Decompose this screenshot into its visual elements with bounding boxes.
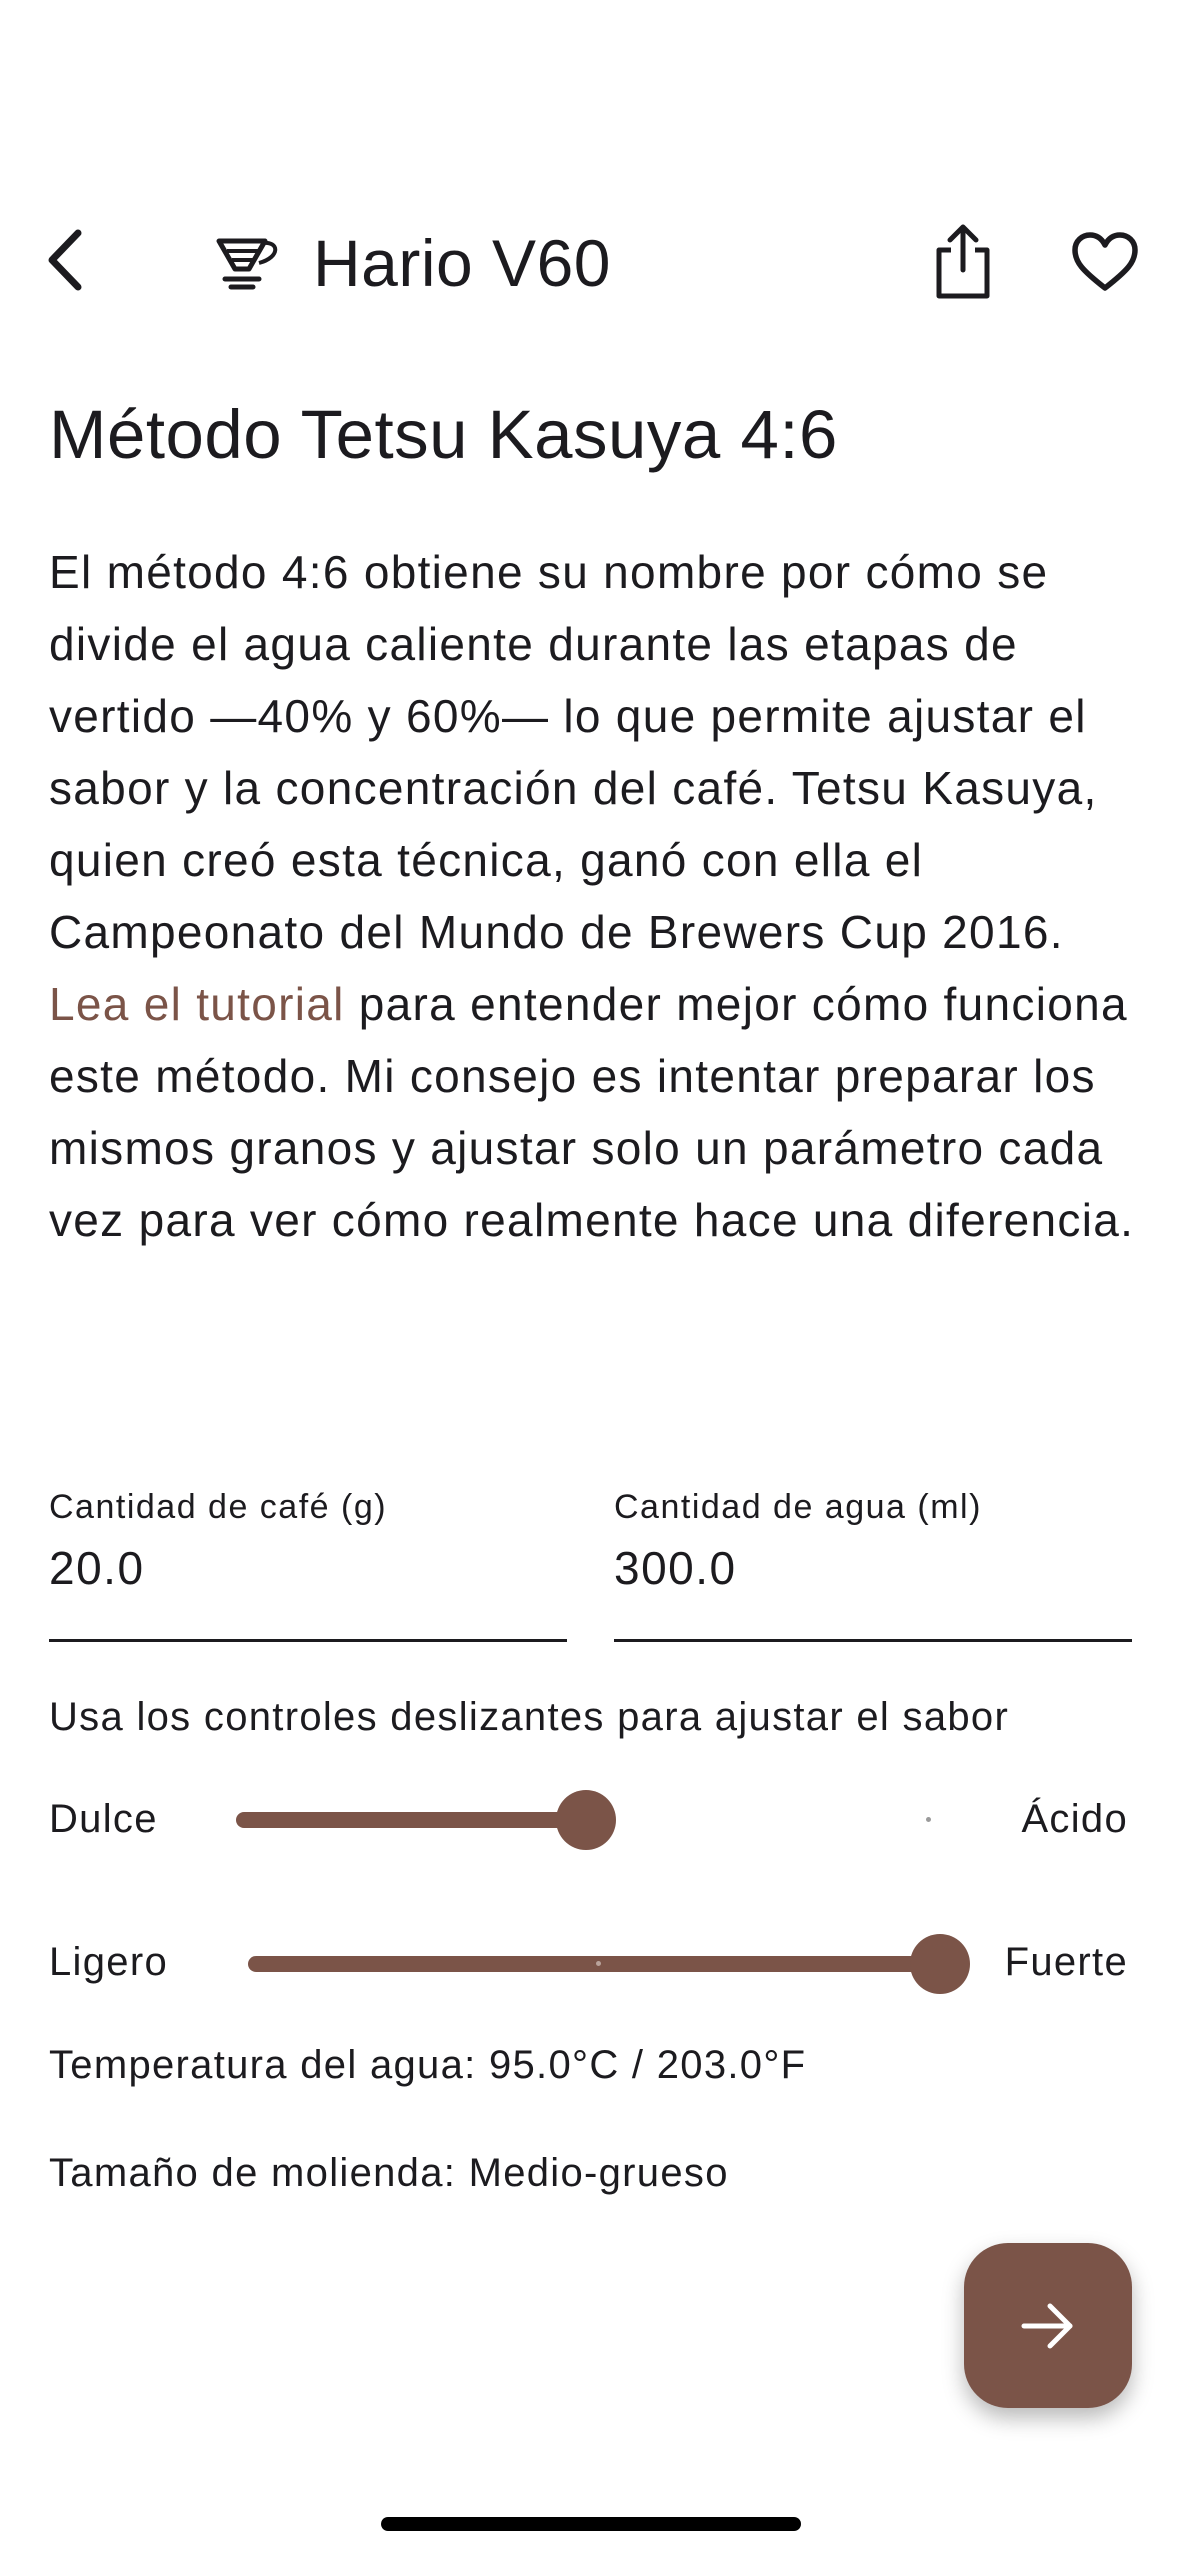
slider-active-track (236, 1812, 586, 1828)
light-label: Ligero (49, 1940, 168, 1984)
next-button[interactable] (964, 2243, 1132, 2408)
water-temperature: Temperatura del agua: 95.0°C / 203.0°F (49, 2043, 807, 2087)
share-button[interactable] (918, 212, 1008, 312)
water-amount-label: Cantidad de agua (ml) (614, 1488, 982, 1526)
water-amount-field[interactable]: Cantidad de agua (ml) (614, 1488, 1132, 1642)
home-indicator (381, 2517, 801, 2531)
slider-thumb[interactable] (910, 1934, 970, 1994)
coffee-amount-field[interactable]: Cantidad de café (g) (49, 1488, 567, 1642)
description-text: El método 4:6 obtiene su nombre por cómo… (49, 546, 1098, 958)
slider-active-track (248, 1956, 940, 1972)
slider-hint: Usa los controles deslizantes para ajust… (49, 1695, 1010, 1739)
share-icon (936, 224, 990, 299)
strength-slider[interactable] (248, 1929, 978, 1999)
sweetness-slider[interactable] (236, 1785, 966, 1855)
slider-thumb[interactable] (556, 1790, 616, 1850)
slider-tick (926, 1817, 931, 1822)
coffee-amount-input[interactable] (49, 1541, 567, 1595)
back-button[interactable] (30, 210, 100, 310)
chevron-left-icon (48, 229, 82, 291)
coffee-amount-label: Cantidad de café (g) (49, 1488, 388, 1526)
heart-outline-icon (1072, 232, 1138, 291)
app-title: Hario V60 (313, 225, 611, 300)
app-bar-title: Hario V60 (215, 215, 611, 310)
sweet-label: Dulce (49, 1797, 158, 1841)
field-underline (49, 1639, 567, 1642)
pour-over-dripper-icon (216, 238, 278, 289)
recipe-description: El método 4:6 obtiene su nombre por cómo… (49, 536, 1149, 1256)
field-underline (614, 1639, 1132, 1642)
recipe-title: Método Tetsu Kasuya 4:6 (49, 396, 838, 473)
strong-label: Fuerte (1004, 1940, 1128, 1984)
arrow-right-icon (1021, 2303, 1073, 2348)
grind-size: Tamaño de molienda: Medio-grueso (49, 2151, 729, 2195)
water-amount-input[interactable] (614, 1541, 1132, 1595)
tutorial-link[interactable]: Lea el tutorial (49, 978, 345, 1030)
acidic-label: Ácido (1021, 1797, 1128, 1841)
slider-tick (596, 1961, 601, 1966)
favorite-button[interactable] (1060, 212, 1150, 312)
